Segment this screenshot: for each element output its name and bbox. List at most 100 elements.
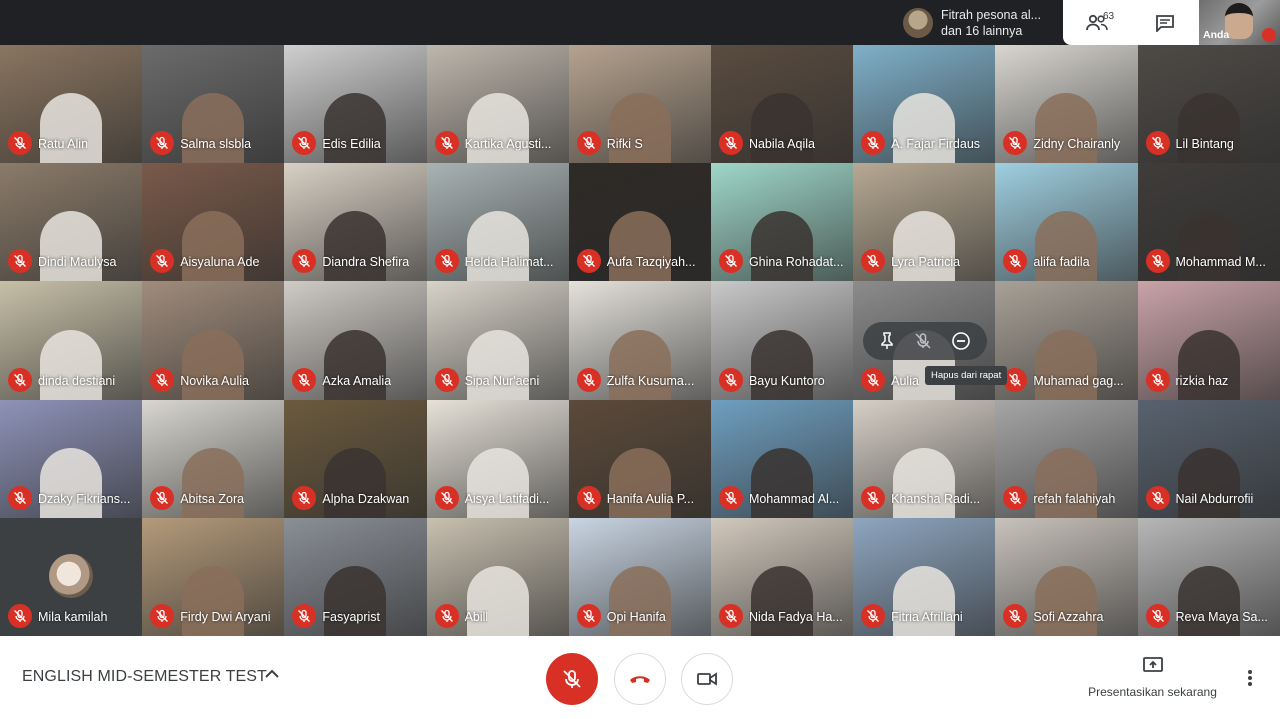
present-screen-icon	[1142, 657, 1163, 672]
participant-tile[interactable]: Rifki S	[568, 45, 711, 164]
participant-figure	[608, 211, 671, 282]
participant-figure	[751, 211, 814, 282]
participant-figure	[466, 211, 529, 282]
participant-name: Aisya Latifadi...	[464, 491, 550, 506]
participant-name: Diandra Shefira	[322, 255, 410, 270]
participant-tile[interactable]: Lil Bintang	[1137, 45, 1280, 164]
participant-tile[interactable]: Nabila Aqila	[710, 45, 854, 164]
participant-tile[interactable]: Firdy Dwi Aryani	[142, 517, 285, 636]
remove-participant-icon[interactable]	[951, 331, 971, 351]
participant-figure	[324, 565, 387, 636]
participant-tile[interactable]: Fasyaprist	[284, 517, 427, 636]
participant-tile[interactable]: alifa fadila	[995, 163, 1138, 282]
participant-tile[interactable]: Helda Halimat...	[426, 163, 569, 282]
mic-off-icon	[1145, 131, 1170, 156]
participant-tile[interactable]: Bayu Kuntoro	[710, 281, 854, 400]
participant-name: Hanifa Aulia P...	[606, 491, 695, 506]
participant-tile[interactable]: Khansha Radi...	[853, 399, 996, 518]
participant-name: Abitsa Zora	[180, 491, 245, 506]
participant-count: 63	[1103, 11, 1115, 22]
mic-off-icon	[576, 367, 601, 392]
participant-tile[interactable]: Kartika Agusti...	[426, 45, 569, 164]
meeting-title[interactable]: ENGLISH MID-SEMESTER TEST	[22, 668, 267, 686]
self-view[interactable]: Anda	[1199, 0, 1280, 45]
participant-name: dinda destiani	[38, 373, 116, 388]
participant-tile[interactable]: Sipa Nur'aeni	[426, 281, 569, 400]
participant-tile[interactable]: Sofi Azzahra	[995, 517, 1138, 636]
participant-tile[interactable]: refah falahiyah	[995, 399, 1138, 518]
participant-tile[interactable]: Alpha Dzakwan	[284, 399, 427, 518]
participant-tile[interactable]: Edis Edilia	[284, 45, 427, 164]
participant-tile[interactable]: Azka Amalia	[284, 281, 427, 400]
mic-off-icon	[861, 603, 886, 628]
mic-off-icon	[718, 603, 743, 628]
participant-tile[interactable]: Abitsa Zora	[142, 399, 285, 518]
participant-tile[interactable]: Muhamad gag...	[995, 281, 1138, 400]
participant-tile[interactable]: rizkia haz	[1137, 281, 1280, 400]
chat-button[interactable]	[1131, 0, 1199, 45]
participant-tile[interactable]: Mila kamilah	[0, 517, 143, 636]
participant-tile[interactable]: Fitria Afrillani	[853, 517, 996, 636]
participant-name: Novika Aulia	[180, 373, 249, 388]
participant-name: Aufa Tazqiyah...	[606, 255, 696, 270]
participant-tile[interactable]: Novika Aulia	[142, 281, 285, 400]
participant-name: Lil Bintang	[1175, 137, 1234, 152]
participant-tile[interactable]: Aufa Tazqiyah...	[568, 163, 711, 282]
participant-figure	[751, 93, 814, 164]
more-options-button[interactable]	[1240, 666, 1260, 690]
chat-icon	[1156, 14, 1174, 32]
participant-tile[interactable]: Zulfa Kusuma...	[568, 281, 711, 400]
microphone-button[interactable]	[546, 653, 598, 705]
participant-name: Firdy Dwi Aryani	[180, 609, 271, 624]
participants-button[interactable]: 63	[1063, 0, 1131, 45]
mic-off-icon	[434, 485, 459, 510]
chevron-up-icon[interactable]	[264, 668, 280, 680]
participant-tile[interactable]: Dzaky Fikrians...	[0, 399, 143, 518]
presenter-others: dan 16 lainnya	[941, 23, 1023, 38]
participant-name: Fasyaprist	[322, 609, 381, 624]
participant-tile[interactable]: dinda destiani	[0, 281, 143, 400]
participant-tile[interactable]: Hanifa Aulia P...	[568, 399, 711, 518]
participant-tile[interactable]: Ratu Alin	[0, 45, 143, 164]
participant-name: refah falahiyah	[1033, 491, 1116, 506]
mic-off-icon	[150, 603, 175, 628]
more-vert-icon	[1248, 670, 1252, 686]
participant-tile[interactable]: Diandra Shefira	[284, 163, 427, 282]
mic-off-icon	[1145, 485, 1170, 510]
participant-tile[interactable]: Aisya Latifadi...	[426, 399, 569, 518]
participant-name: Bayu Kuntoro	[748, 373, 825, 388]
participant-tile[interactable]: Mohammad Al...	[710, 399, 854, 518]
mute-participant-icon[interactable]	[914, 332, 932, 350]
mic-off-icon	[150, 367, 175, 392]
participant-tile[interactable]: Abill	[426, 517, 569, 636]
participant-tile[interactable]: Salma slsbla	[142, 45, 285, 164]
participant-figure	[182, 447, 245, 518]
mic-off-icon	[576, 485, 601, 510]
video-camera-icon	[697, 672, 717, 686]
participant-tile[interactable]: Zidny Chairanly	[995, 45, 1138, 164]
participant-tile[interactable]: Nail Abdurrofii	[1137, 399, 1280, 518]
participant-tile[interactable]: Reva Maya Sa...	[1137, 517, 1280, 636]
participant-tile[interactable]: Ghina Rohadat...	[710, 163, 854, 282]
participant-name: Dzaky Fikrians...	[38, 491, 131, 506]
presenter-name: Fitrah pesona al...	[941, 7, 1042, 22]
presenter-chip[interactable]: Fitrah pesona al... dan 16 lainnya	[897, 0, 1063, 45]
participant-tile[interactable]: Lyra Patricia	[853, 163, 996, 282]
participant-tile[interactable]: Opi Hanifa	[568, 517, 711, 636]
end-call-button[interactable]	[614, 653, 666, 705]
participant-tile[interactable]: A. Fajar Firdaus	[853, 45, 996, 164]
participant-figure	[466, 447, 529, 518]
participant-name: Azka Amalia	[322, 373, 392, 388]
participant-tile[interactable]: Nida Fadya Ha...	[710, 517, 854, 636]
participant-tile[interactable]: Dindi Maulysa	[0, 163, 143, 282]
mic-off-icon	[1145, 367, 1170, 392]
participant-tile[interactable]: Aisyaluna Ade	[142, 163, 285, 282]
present-now-button[interactable]: Presentasikan sekarang	[1080, 656, 1225, 699]
pin-icon[interactable]	[879, 332, 895, 350]
participant-figure	[182, 565, 245, 636]
participant-figure	[751, 329, 814, 400]
participant-figure	[1177, 211, 1240, 282]
camera-button[interactable]	[681, 653, 733, 705]
participant-tile[interactable]: Mohammad M...	[1137, 163, 1280, 282]
mic-off-icon	[861, 485, 886, 510]
